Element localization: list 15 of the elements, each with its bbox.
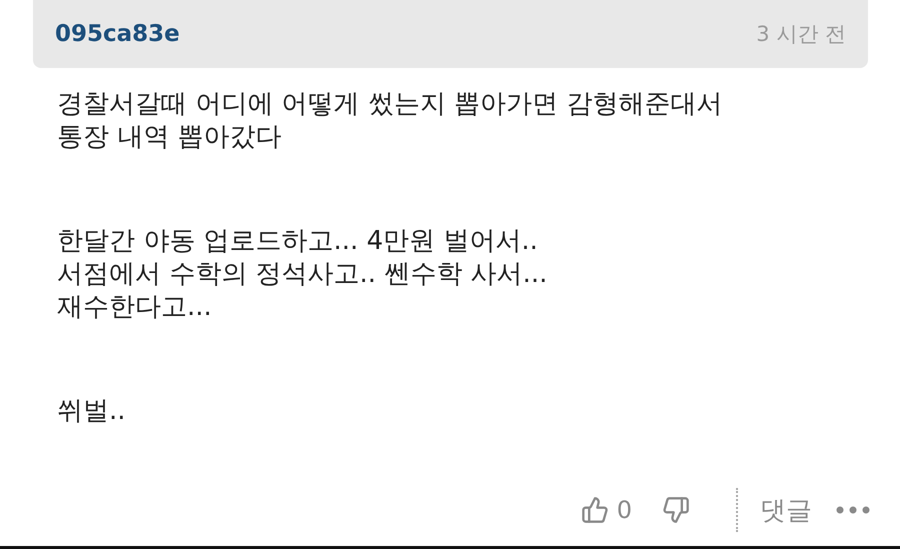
thumbs-up-icon (580, 496, 609, 524)
comment-line: 서점에서 수학의 정석사고.. 쎈수학 사서... (57, 258, 548, 291)
like-button[interactable]: 0 (580, 496, 632, 524)
author-name[interactable]: 095ca83e (55, 21, 180, 47)
comment-line: 한달간 야동 업로드하고... 4만원 벌어서.. (57, 225, 538, 258)
more-icon (836, 506, 870, 514)
comment-line: 재수한다고... (57, 291, 212, 324)
thumbs-down-icon (662, 496, 690, 524)
reply-button[interactable]: 댓글 (760, 492, 812, 528)
comment-line: 쒸벌.. (57, 395, 126, 428)
comment-line: 통장 내역 뽑아갔다 (57, 121, 282, 154)
comment-line: 경찰서갈때 어디에 어떻게 썼는지 뽑아가면 감형해준대서 (57, 88, 722, 121)
dislike-button[interactable] (662, 496, 690, 524)
timestamp: 3 시간 전 (756, 21, 846, 48)
more-button[interactable] (836, 506, 870, 514)
